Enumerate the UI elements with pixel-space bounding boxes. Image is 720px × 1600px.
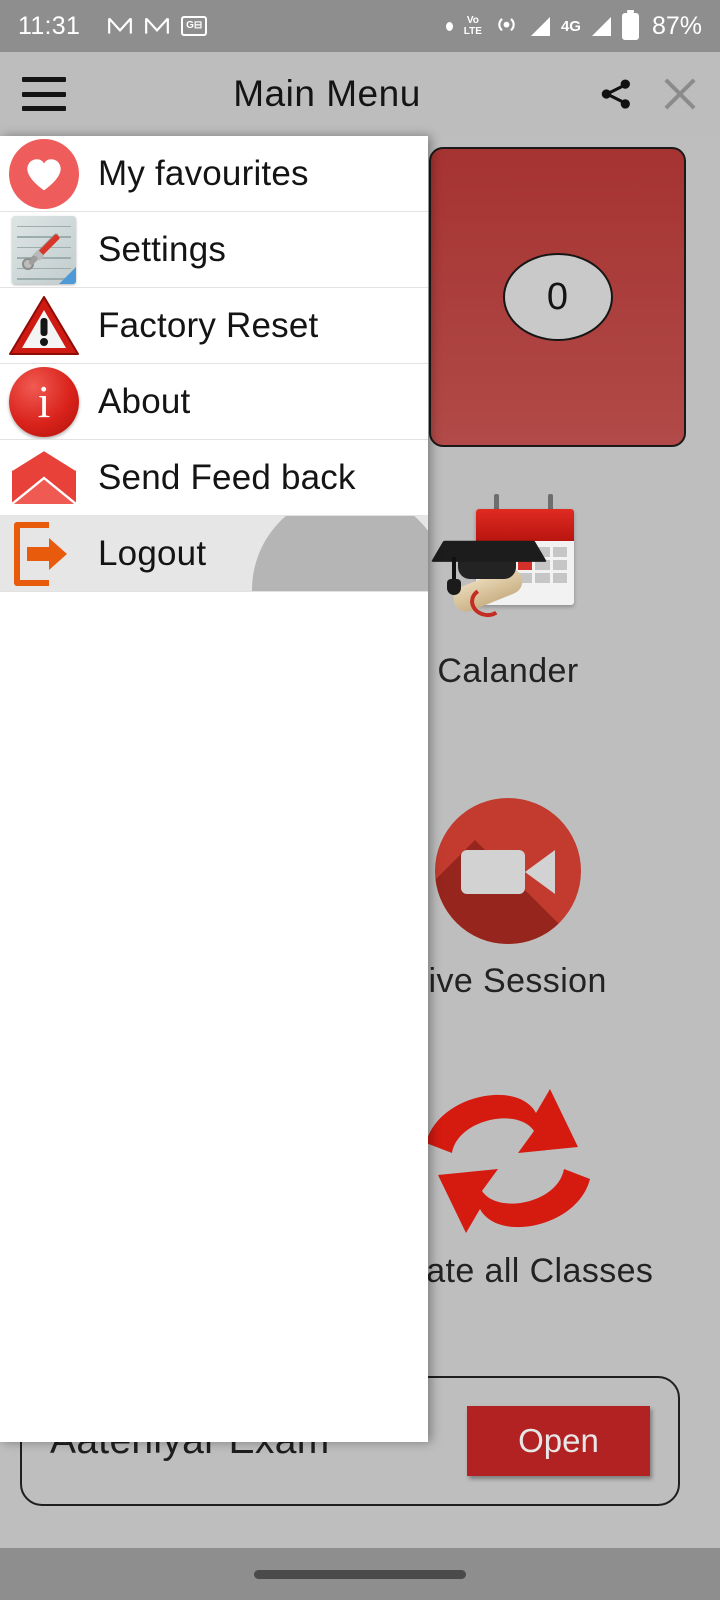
info-circle-icon: i <box>6 364 82 439</box>
drawer-item-settings[interactable]: Settings <box>0 212 428 288</box>
status-bar: 11:31 G⊟ Vo LTE 4G 87% <box>0 0 720 52</box>
warning-triangle-icon <box>6 288 82 363</box>
battery-icon <box>621 9 639 40</box>
dot-icon <box>445 21 453 31</box>
drawer-item-label: About <box>98 381 191 421</box>
gmail-icon <box>107 13 133 39</box>
drawer-item-label: Send Feed back <box>98 457 356 497</box>
drawer-item-logout[interactable]: Logout <box>0 516 428 592</box>
google-news-icon: G⊟ <box>181 16 208 36</box>
signal-icon <box>591 16 611 36</box>
count-card[interactable]: 0 <box>429 147 686 447</box>
app-bar: Main Menu <box>0 52 720 136</box>
status-bar-right: Vo LTE 4G 87% <box>445 9 702 42</box>
heart-icon <box>6 136 82 211</box>
drawer-item-my-favourites[interactable]: My favourites <box>0 136 428 212</box>
drawer-item-label: Logout <box>98 533 207 573</box>
network-type-label: 4G <box>560 17 581 35</box>
drawer-item-about[interactable]: i About <box>0 364 428 440</box>
status-bar-left: 11:31 G⊟ <box>18 11 208 41</box>
envelope-icon <box>6 440 82 515</box>
drawer-item-send-feedback[interactable]: Send Feed back <box>0 440 428 516</box>
page-title: Main Menu <box>233 73 421 114</box>
drawer-item-factory-reset[interactable]: Factory Reset <box>0 288 428 364</box>
open-button[interactable]: Open <box>467 1406 650 1476</box>
drawer-item-label: Factory Reset <box>98 305 319 345</box>
navigation-drawer: My favourites Settings Factory Reset i A… <box>0 136 428 1442</box>
phone-screen: 11:31 G⊟ Vo LTE 4G 87% Main Menu 0 Calan… <box>0 0 720 1600</box>
hotspot-icon <box>493 10 520 42</box>
touch-ripple <box>252 516 428 591</box>
drawer-item-label: My favourites <box>98 153 309 193</box>
drawer-item-label: Settings <box>98 229 227 269</box>
tools-note-icon <box>6 212 82 287</box>
gmail-icon <box>144 13 170 39</box>
home-gesture-pill[interactable] <box>254 1569 466 1579</box>
close-icon[interactable] <box>662 76 698 112</box>
logout-arrow-icon <box>6 516 82 591</box>
signal-icon <box>530 16 550 36</box>
app-bar-actions <box>598 75 698 113</box>
system-navigation-bar <box>0 1548 720 1600</box>
battery-percent-label: 87% <box>651 11 702 40</box>
count-value: 0 <box>502 253 613 341</box>
volte-icon: Vo LTE <box>463 14 482 37</box>
status-bar-clock: 11:31 <box>18 11 81 40</box>
share-icon[interactable] <box>598 75 634 113</box>
